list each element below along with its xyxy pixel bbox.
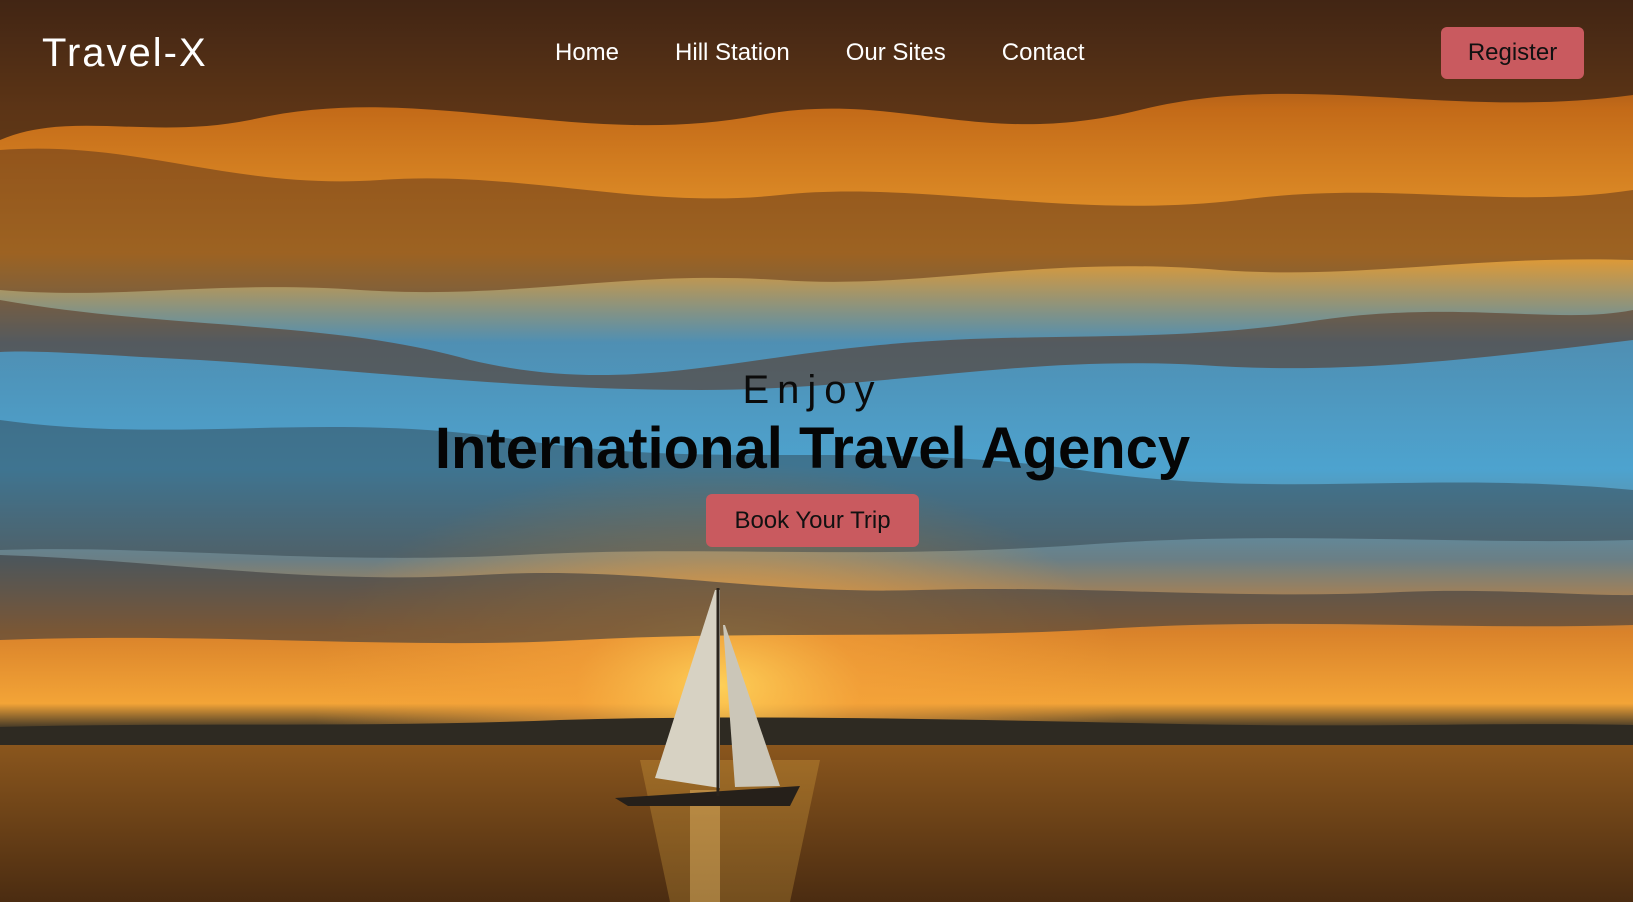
hero-kicker: Enjoy: [742, 368, 883, 412]
register-button[interactable]: Register: [1441, 27, 1584, 79]
nav-item-home[interactable]: Home: [555, 38, 619, 68]
main-nav: Home Hill Station Our Sites Contact: [555, 38, 1085, 68]
hero-text: Enjoy International Travel Agency Book Y…: [0, 366, 1625, 547]
brand-logo[interactable]: Travel-X: [42, 30, 208, 76]
nav-item-hill-station[interactable]: Hill Station: [675, 38, 790, 68]
nav-item-contact[interactable]: Contact: [1002, 38, 1085, 68]
nav-item-our-sites[interactable]: Our Sites: [846, 38, 946, 68]
hero-section: Travel-X Home Hill Station Our Sites Con…: [0, 0, 1633, 902]
hero-headline: International Travel Agency: [434, 416, 1191, 481]
book-trip-button[interactable]: Book Your Trip: [706, 494, 919, 547]
